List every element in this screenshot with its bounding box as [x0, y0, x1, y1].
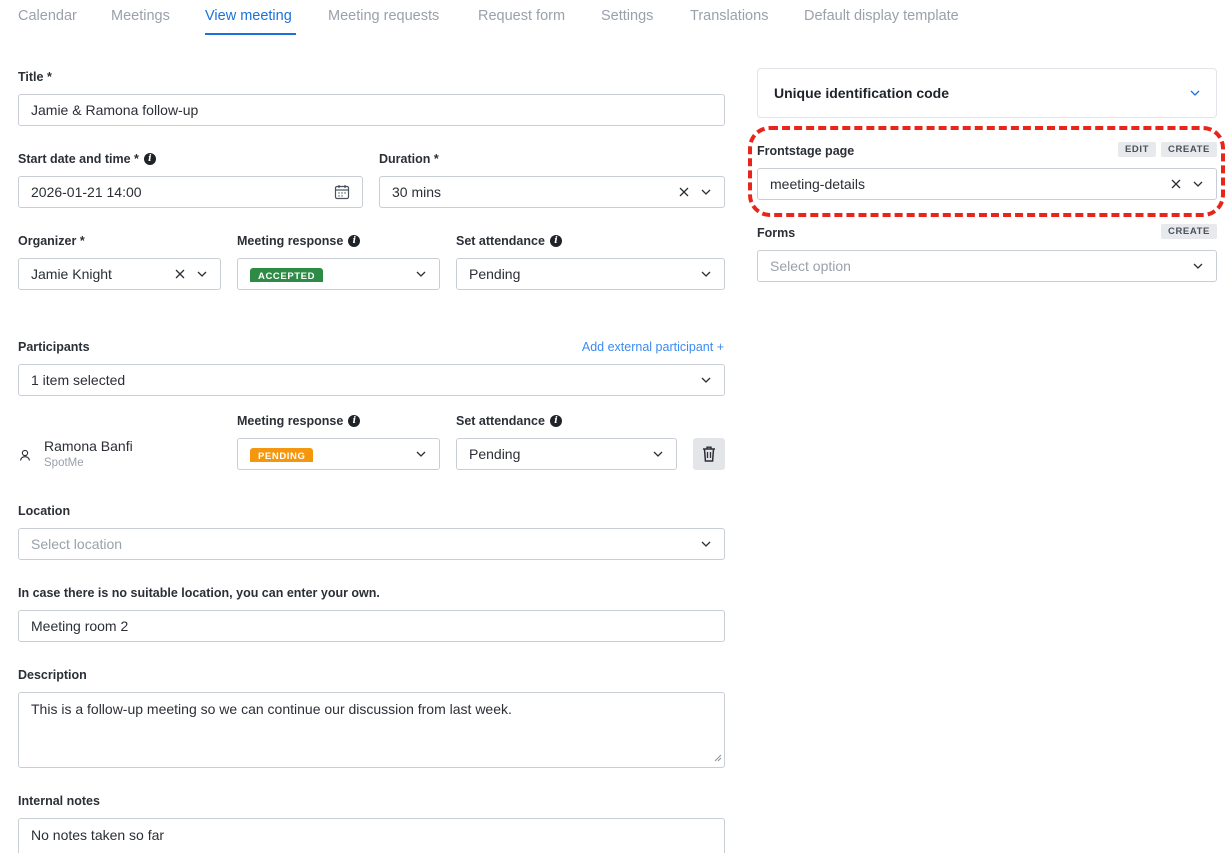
tab-settings[interactable]: Settings [601, 8, 653, 24]
title-value: Jamie & Ramona follow-up [31, 102, 199, 118]
info-icon[interactable]: i [348, 235, 361, 247]
chevron-down-icon[interactable] [652, 448, 664, 460]
participants-label: Participants [18, 340, 90, 354]
forms-placeholder: Select option [770, 258, 851, 274]
info-icon[interactable]: i [348, 415, 361, 427]
frontstage-page-select[interactable]: meeting-details [757, 168, 1217, 200]
frontstage-page-label: Frontstage page [757, 144, 855, 158]
organizer-value: Jamie Knight [31, 266, 112, 282]
description-textarea[interactable]: This is a follow-up meeting so we can co… [18, 692, 725, 768]
internal-notes-value: No notes taken so far [31, 827, 165, 843]
forms-create-button[interactable]: CREATE [1161, 224, 1217, 239]
title-input[interactable]: Jamie & Ramona follow-up [18, 94, 725, 126]
participant-response-select[interactable]: PENDING [237, 438, 440, 470]
internal-notes-label: Internal notes [18, 794, 100, 808]
duration-label: Duration * [379, 152, 439, 166]
start-date-value: 2026-01-21 14:00 [31, 184, 142, 200]
forms-select[interactable]: Select option [757, 250, 1217, 282]
organizer-attendance-value: Pending [469, 266, 521, 282]
description-value: This is a follow-up meeting so we can co… [31, 701, 512, 717]
tab-view-meeting[interactable]: View meeting [205, 8, 292, 24]
location-placeholder: Select location [31, 536, 123, 552]
custom-location-label: In case there is no suitable location, y… [18, 586, 380, 600]
tab-meeting-requests[interactable]: Meeting requests [328, 8, 439, 24]
resize-handle-icon[interactable] [714, 749, 722, 765]
chevron-down-icon[interactable] [415, 268, 427, 280]
participants-value: 1 item selected [31, 372, 126, 388]
chevron-down-icon[interactable] [1192, 260, 1204, 272]
duration-select[interactable]: 30 mins [379, 176, 725, 208]
clear-icon[interactable] [174, 268, 186, 280]
info-icon[interactable]: i [143, 153, 156, 165]
clear-icon[interactable] [1170, 178, 1182, 190]
info-icon[interactable]: i [549, 415, 562, 427]
calendar-icon[interactable] [334, 184, 350, 200]
tab-default-display-template[interactable]: Default display template [804, 8, 959, 24]
chevron-down-icon[interactable] [1192, 178, 1204, 190]
chevron-down-icon[interactable] [415, 448, 427, 460]
participant-attendance-label: Set attendance i [456, 414, 562, 428]
frontstage-edit-button[interactable]: EDIT [1118, 142, 1157, 157]
participant-name: Ramona Banfi [44, 438, 133, 454]
person-icon [18, 448, 32, 465]
location-select[interactable]: Select location [18, 528, 725, 560]
internal-notes-textarea[interactable]: No notes taken so far [18, 818, 725, 853]
tab-translations[interactable]: Translations [690, 8, 768, 24]
pending-badge: PENDING [250, 448, 314, 462]
organizer-attendance-select[interactable]: Pending [456, 258, 725, 290]
custom-location-input[interactable]: Meeting room 2 [18, 610, 725, 642]
remove-participant-button[interactable] [693, 438, 725, 470]
description-label: Description [18, 668, 87, 682]
organizer-select[interactable]: Jamie Knight [18, 258, 221, 290]
frontstage-create-button[interactable]: CREATE [1161, 142, 1217, 157]
tab-request-form[interactable]: Request form [478, 8, 565, 24]
active-tab-indicator [205, 33, 296, 35]
participant-attendance-select[interactable]: Pending [456, 438, 677, 470]
info-icon[interactable]: i [549, 235, 562, 247]
location-label: Location [18, 504, 71, 518]
participant-company: SpotMe [44, 457, 84, 469]
participant-response-label: Meeting response i [237, 414, 361, 428]
organizer-label: Organizer * [18, 234, 85, 248]
start-date-label: Start date and time * i [18, 152, 156, 166]
organizer-response-select[interactable]: ACCEPTED [237, 258, 440, 290]
add-external-participant-link[interactable]: Add external participant + [582, 340, 724, 354]
title-label: Title * [18, 70, 52, 84]
uid-accordion[interactable]: Unique identification code [757, 68, 1217, 118]
participants-select[interactable]: 1 item selected [18, 364, 725, 396]
start-date-input[interactable]: 2026-01-21 14:00 [18, 176, 363, 208]
chevron-down-icon[interactable] [1190, 90, 1200, 96]
chevron-down-icon[interactable] [700, 538, 712, 550]
chevron-down-icon[interactable] [700, 268, 712, 280]
uid-title: Unique identification code [774, 85, 950, 101]
meeting-response-label: Meeting response i [237, 234, 361, 248]
chevron-down-icon[interactable] [700, 374, 712, 386]
custom-location-value: Meeting room 2 [31, 618, 129, 634]
duration-value: 30 mins [392, 184, 442, 200]
participant-attendance-value: Pending [469, 446, 521, 462]
accepted-badge: ACCEPTED [250, 268, 324, 282]
tab-calendar[interactable]: Calendar [18, 8, 77, 24]
frontstage-page-value: meeting-details [770, 176, 865, 192]
forms-label: Forms [757, 226, 796, 240]
chevron-down-icon[interactable] [196, 268, 208, 280]
trash-icon [701, 445, 717, 463]
tab-meetings[interactable]: Meetings [111, 8, 170, 24]
chevron-down-icon[interactable] [700, 186, 712, 198]
set-attendance-label: Set attendance i [456, 234, 562, 248]
clear-icon[interactable] [678, 186, 690, 198]
